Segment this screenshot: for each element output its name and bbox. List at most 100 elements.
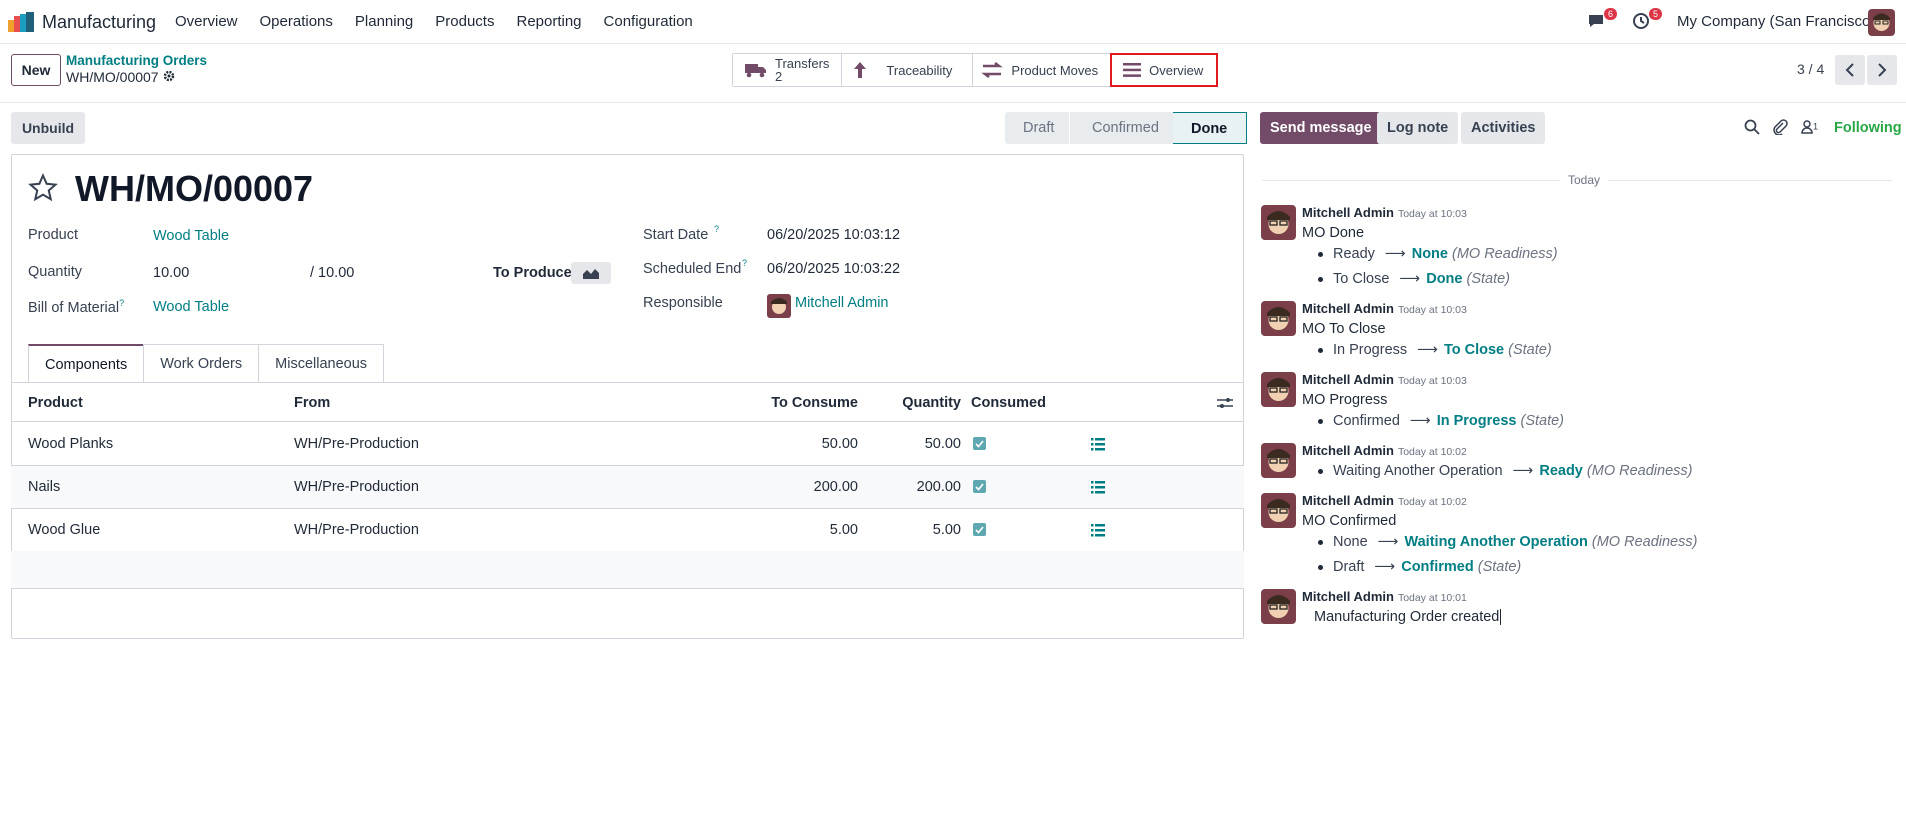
activities-button[interactable]: Activities [1461,112,1546,144]
column-settings-icon[interactable] [1217,396,1233,410]
table-row[interactable]: Wood Planks WH/Pre-Production 50.00 50.0… [11,423,1244,466]
pager-previous-button[interactable] [1835,55,1865,85]
responsible-field[interactable]: Mitchell Admin [795,295,888,311]
menu-planning[interactable]: Planning [355,13,413,30]
manufacturing-app-icon[interactable] [8,12,34,32]
tab-work-orders[interactable]: Work Orders [143,344,260,383]
message-author: Mitchell Admin Today at 10:02 [1302,493,1467,508]
product-field[interactable]: Wood Table [153,228,229,244]
product-moves-smart-button[interactable]: Product Moves [973,54,1112,86]
message-author-name[interactable]: Mitchell Admin [1302,443,1394,458]
message-author: Mitchell Admin Today at 10:03 [1302,301,1467,316]
stage-done[interactable]: Done [1173,112,1247,144]
star-icon[interactable] [28,173,58,203]
activities-clock-icon[interactable]: 5 [1632,8,1662,32]
tracking-old: To Close [1333,271,1390,287]
following-button[interactable]: Following [1834,120,1902,136]
pager-next-button[interactable] [1867,55,1897,85]
traceability-label: Traceability [886,62,953,78]
followers-button[interactable]: 1 [1801,119,1818,137]
scheduled-end-field[interactable]: 06/20/2025 10:03:22 [767,261,900,277]
messages-icon[interactable]: 6 [1587,8,1617,32]
breadcrumb-parent[interactable]: Manufacturing Orders [66,53,207,68]
help-mark[interactable]: ? [714,224,719,234]
truck-icon [745,64,766,78]
message-time: Today at 10:03 [1397,304,1467,316]
message-author-name[interactable]: Mitchell Admin [1302,205,1394,220]
detailed-operations-icon[interactable] [1091,524,1105,537]
message-author-name[interactable]: Mitchell Admin [1302,372,1394,387]
responsible-avatar [767,294,791,318]
start-date-field[interactable]: 06/20/2025 10:03:12 [767,227,900,243]
company-switcher[interactable]: My Company (San Francisco) [1677,13,1875,30]
tracking-line: To Close ⟶ Done (State) [1318,271,1510,287]
message-author-name[interactable]: Mitchell Admin [1302,301,1394,316]
tracking-field: (State) [1520,413,1565,429]
author-avatar[interactable] [1261,301,1296,336]
author-avatar[interactable] [1261,493,1296,528]
help-mark[interactable]: ? [742,258,747,268]
consumed-checkbox[interactable] [973,480,986,493]
new-button[interactable]: New [11,54,61,86]
bom-field[interactable]: Wood Table [153,299,229,315]
table-row[interactable]: Wood Glue WH/Pre-Production 5.00 5.00 [11,509,1244,552]
forecast-chart-button[interactable] [571,262,611,284]
author-avatar[interactable] [1261,205,1296,240]
tracking-new: To Close [1443,342,1505,358]
transfers-smart-button[interactable]: Transfers 2 [733,54,843,86]
app-name[interactable]: Manufacturing [42,12,156,33]
menu-products[interactable]: Products [435,13,494,30]
author-avatar[interactable] [1261,372,1296,407]
col-quantity[interactable]: Quantity [861,395,961,411]
search-icon[interactable] [1744,119,1760,135]
message-author-name[interactable]: Mitchell Admin [1302,589,1394,604]
table-row[interactable]: Nails WH/Pre-Production 200.00 200.00 [11,466,1244,509]
main-menu: Overview Operations Planning Products Re… [175,13,715,30]
cell-quantity[interactable]: 200.00 [861,479,961,495]
consumed-checkbox[interactable] [973,523,986,536]
author-avatar[interactable] [1261,443,1296,478]
quantity-field[interactable]: 10.00 [153,265,189,281]
detailed-operations-icon[interactable] [1091,438,1105,451]
col-from[interactable]: From [294,395,330,411]
stage-confirmed[interactable]: Confirmed [1069,112,1173,144]
col-to-consume[interactable]: To Consume [758,395,858,411]
stage-draft[interactable]: Draft [1005,112,1069,144]
unbuild-button[interactable]: Unbuild [11,112,85,144]
menu-overview[interactable]: Overview [175,13,238,30]
detailed-operations-icon[interactable] [1091,481,1105,494]
arrow-right-icon: ⟶ [1417,342,1438,358]
col-consumed[interactable]: Consumed [971,395,1046,411]
message-author-name[interactable]: Mitchell Admin [1302,493,1394,508]
cell-quantity[interactable]: 50.00 [861,436,961,452]
consumed-checkbox[interactable] [973,437,986,450]
cell-from: WH/Pre-Production [294,436,419,452]
menu-reporting[interactable]: Reporting [516,13,581,30]
menu-configuration[interactable]: Configuration [604,13,693,30]
tracking-line: None ⟶ Waiting Another Operation (MO Readi… [1318,534,1697,550]
cell-quantity[interactable]: 5.00 [861,522,961,538]
cell-from: WH/Pre-Production [294,479,419,495]
chevron-left-icon [1845,63,1854,77]
paperclip-icon[interactable] [1772,119,1788,135]
gear-icon[interactable] [163,69,175,85]
help-mark[interactable]: ? [119,298,124,308]
tab-miscellaneous[interactable]: Miscellaneous [258,344,385,383]
traceability-smart-button[interactable]: Traceability [842,54,974,86]
message-body: MO Progress [1302,392,1388,408]
message-time: Today at 10:02 [1397,496,1467,508]
col-product[interactable]: Product [28,395,83,411]
breadcrumb-current-label: WH/MO/00007 [66,69,159,85]
breadcrumb-current: WH/MO/00007 [66,69,175,85]
log-note-button[interactable]: Log note [1377,112,1459,144]
menu-operations[interactable]: Operations [260,13,333,30]
author-avatar[interactable] [1261,589,1296,624]
tab-components[interactable]: Components [28,344,145,383]
user-avatar[interactable] [1868,9,1895,36]
pager-value[interactable]: 3 / 4 [1797,61,1824,77]
messages-badge: 6 [1603,8,1617,20]
cell-product: Nails [28,479,61,495]
send-message-button[interactable]: Send message [1260,112,1382,144]
tracking-field: (State) [1508,342,1552,358]
overview-smart-button[interactable]: Overview [1110,53,1219,87]
